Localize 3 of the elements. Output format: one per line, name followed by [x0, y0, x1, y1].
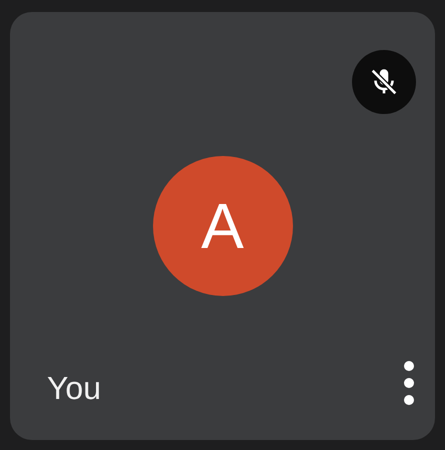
more-options-icon — [404, 361, 414, 405]
avatar: A — [152, 156, 292, 296]
participant-name: You — [47, 372, 101, 404]
